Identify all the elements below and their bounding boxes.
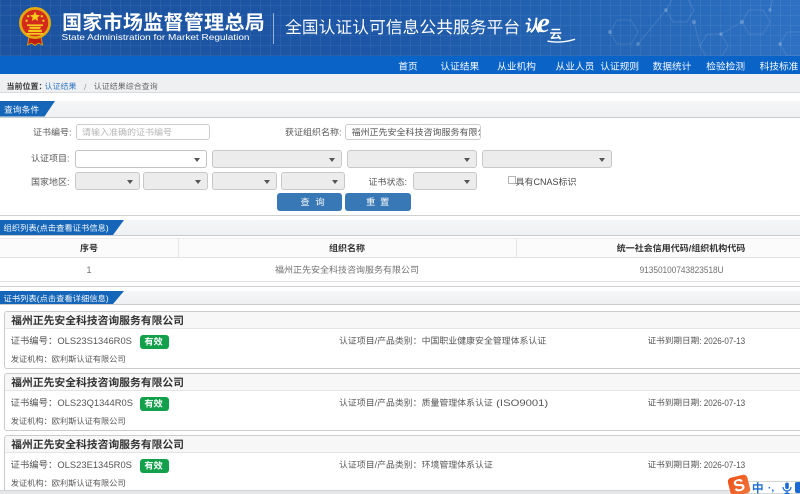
svg-text::: : [67,153,70,163]
svg-text::: : [67,177,70,187]
svg-text:1: 1 [87,265,92,275]
svg-text::: : [69,127,72,137]
svg-text:CNAS: CNAS [534,177,559,187]
svg-text::: : [405,177,408,187]
svg-text::: : [339,127,342,137]
svg-text:91350100743823518U: 91350100743823518U [640,265,724,275]
